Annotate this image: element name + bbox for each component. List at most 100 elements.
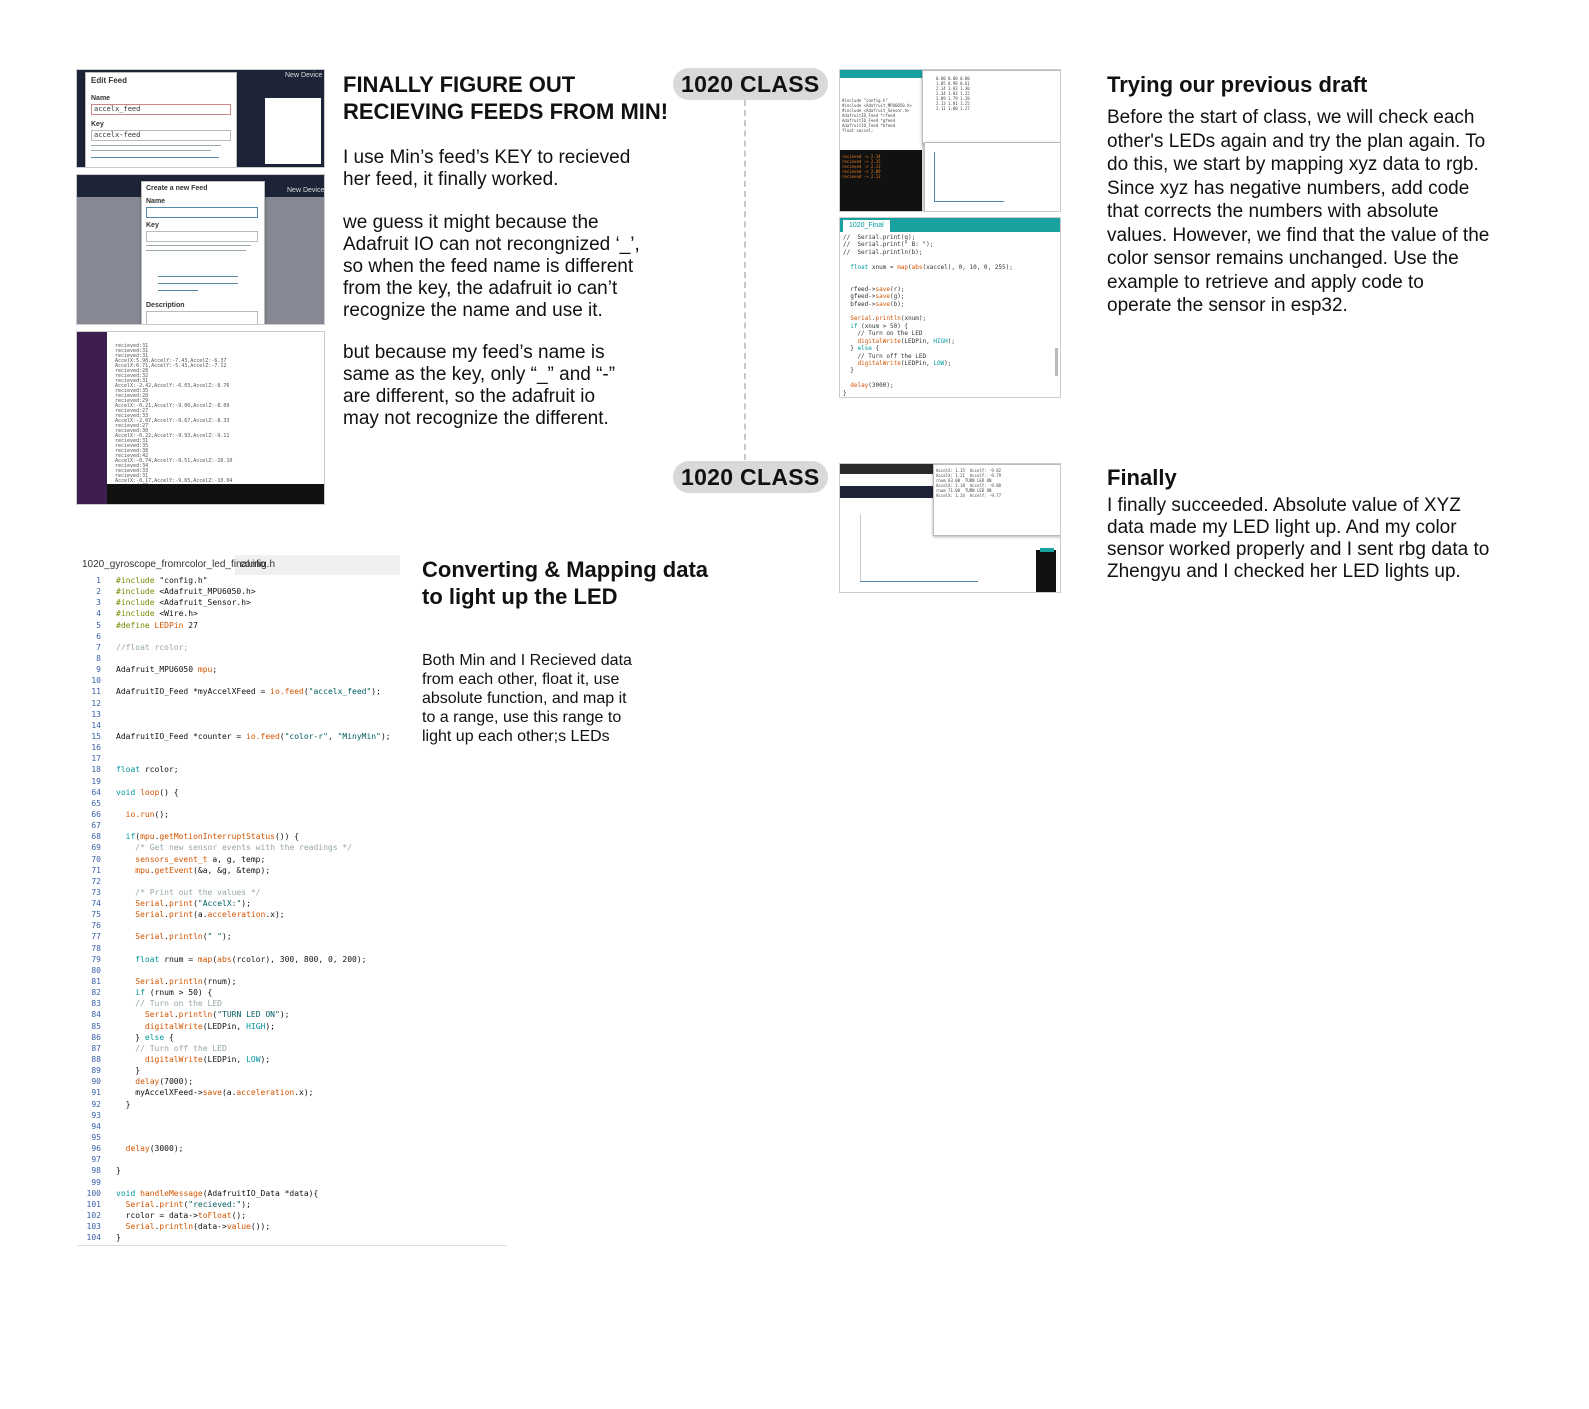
edit-feed-name-value: accelx_feed <box>94 105 141 113</box>
code-line: 83 // Turn on the LED <box>77 998 222 1009</box>
code-line: 17 <box>77 753 116 764</box>
code-line-number: 19 <box>91 776 101 786</box>
code-line-text: #include "config.h" <box>116 576 208 585</box>
code-line: 19 <box>77 776 116 787</box>
col3-paragraph-1: Before the start of class, we will check… <box>1107 107 1490 316</box>
code-line-text: sensors_event_t a, g, temp; <box>135 854 266 864</box>
code-line-number: 81 <box>91 977 101 987</box>
code-line: 70 sensors_event_t a, g, temp; <box>77 854 265 865</box>
code-line-number: 77 <box>91 932 101 942</box>
code-line-number: 95 <box>91 1133 101 1142</box>
code-tab-config[interactable]: config.h <box>235 555 280 575</box>
code-line-text: float rnum = map(abs(rcolor), 300, 800, … <box>135 954 367 964</box>
code-line-number: 10 <box>91 676 101 686</box>
code-line-number: 1 <box>96 576 101 585</box>
code-line-text: #include <Adafruit_MPU6050.h> <box>116 587 256 597</box>
code-line: 81 Serial.println(rnum); <box>77 976 236 987</box>
code-line: 96 delay(3000); <box>77 1143 183 1154</box>
code-line-number: 99 <box>91 1177 101 1187</box>
code-line-number: 7 <box>96 642 101 652</box>
code-line: 73 /* Print out the values */ <box>77 887 261 898</box>
col3-heading-2: Finally <box>1107 465 1177 490</box>
code-line-number: 100 <box>86 1188 101 1198</box>
serial-monitor-screenshot: recieved:31 recieved:31 recieved:31 Acce… <box>76 331 325 505</box>
code-line-text: //float rcolor; <box>116 642 189 652</box>
col2-heading: Converting & Mapping data to light up th… <box>422 557 708 609</box>
code-tab-main[interactable]: 1020_gyroscope_fromrcolor_led_final.ino <box>77 555 265 575</box>
code-line-number: 86 <box>91 1032 101 1042</box>
code-line: 80 <box>77 965 116 976</box>
code-line: 84 Serial.println("TURN LED ON"); <box>77 1009 289 1020</box>
code-line-text: #include <Adafruit_Sensor.h> <box>116 598 251 608</box>
code-line: 82 if (rnum > 50) { <box>77 987 212 998</box>
code-line-number: 85 <box>91 1021 101 1031</box>
code-line-text: if(mpu.getMotionInterruptStatus()) { <box>125 832 300 842</box>
timeline-label-2: 1020 CLASS <box>673 461 828 493</box>
arduino-final-tab: 1020_Final <box>843 220 890 232</box>
code-line-number: 94 <box>91 1121 101 1131</box>
code-line: 12 <box>77 698 116 709</box>
code-line: 79 float rnum = map(abs(rcolor), 300, 80… <box>77 954 366 965</box>
create-feed-key-label: Key <box>146 222 159 229</box>
code-line-number: 2 <box>96 587 101 597</box>
code-line-text: AdafruitIO_Feed *myAccelXFeed = io.feed(… <box>116 687 381 697</box>
timeline-label-1: 1020 CLASS <box>673 68 828 100</box>
code-line: 93 <box>77 1110 116 1121</box>
col2-paragraph: Both Min and I Recieved data from each o… <box>422 652 632 745</box>
code-line-text: } <box>116 1099 131 1109</box>
code-line-number: 93 <box>91 1110 101 1120</box>
code-line: 98} <box>77 1165 120 1176</box>
code-line-number: 101 <box>86 1199 101 1209</box>
code-line-number: 12 <box>91 698 101 708</box>
create-feed-name-label: Name <box>146 198 166 205</box>
code-line: 2 #include <Adafruit_MPU6050.h> <box>77 586 256 597</box>
code-line: 99 <box>77 1177 116 1188</box>
code-line-text: } <box>116 1066 141 1076</box>
code-line-number: 92 <box>91 1099 101 1109</box>
code-line-text: Serial.println(rnum); <box>135 977 237 987</box>
code-line-text: if (rnum > 50) { <box>135 988 213 998</box>
code-line: 71 mpu.getEvent(&a, &g, &temp); <box>77 865 270 876</box>
code-line: 72 <box>77 876 116 887</box>
code-line-text: float rcolor; <box>116 765 179 775</box>
col1-heading: FINALLY FIGURE OUT RECIEVING FEEDS FROM … <box>343 72 669 124</box>
code-line-number: 8 <box>96 653 101 663</box>
code-line-number: 15 <box>91 731 101 741</box>
code-line-text: void loop() { <box>116 787 179 797</box>
code-line-text: #include <Wire.h> <box>116 609 198 619</box>
code-line-number: 6 <box>96 631 101 641</box>
code-line-number: 5 <box>96 620 101 630</box>
code-line: 16 <box>77 742 116 753</box>
code-line-text: /* Print out the values */ <box>116 887 261 897</box>
code-line-number: 65 <box>91 798 101 808</box>
code-line-text: Serial.print("recieved:"); <box>125 1199 251 1209</box>
edit-feed-key-label: Key <box>91 121 104 128</box>
code-editor-bottom-border <box>77 1245 507 1246</box>
code-line: 76 <box>77 920 116 931</box>
edit-feed-new-device-button: New Device <box>285 72 323 79</box>
code-line-number: 69 <box>91 843 101 853</box>
code-line-number: 79 <box>91 954 101 964</box>
code-line: 103 Serial.println(data->value()); <box>77 1221 271 1232</box>
code-line: 67 <box>77 820 116 831</box>
code-line-number: 91 <box>91 1088 101 1098</box>
code-line-number: 76 <box>91 921 101 931</box>
code-line-number: 74 <box>91 899 101 909</box>
code-line: 94 <box>77 1121 116 1132</box>
code-line-text: #define LEDPin 27 <box>116 620 198 630</box>
code-line-text: Serial.println("TURN LED ON"); <box>144 1010 290 1020</box>
code-line: 1 #include "config.h" <box>77 575 208 586</box>
code-line-text: /* Get new sensor events with the readin… <box>116 843 353 853</box>
create-feed-description-label: Description <box>146 302 185 309</box>
col1-paragraph-2: we guess it might because the Adafruit I… <box>343 212 640 321</box>
code-line-number: 3 <box>96 598 101 608</box>
code-line: 104} <box>77 1232 121 1243</box>
code-line-text: Serial.println(" "); <box>135 932 232 942</box>
code-line-text: Serial.println(data->value()); <box>125 1222 271 1232</box>
code-line: 7 //float rcolor; <box>77 642 188 653</box>
code-line: 6 <box>77 631 116 642</box>
code-line: 69 /* Get new sensor events with the rea… <box>77 842 352 853</box>
code-line-text: // Turn on the LED <box>116 999 222 1009</box>
code-line-text: void handleMessage(AdafruitIO_Data *data… <box>116 1188 319 1198</box>
code-line-text: myAccelXFeed->save(a.acceleration.x); <box>116 1088 314 1098</box>
